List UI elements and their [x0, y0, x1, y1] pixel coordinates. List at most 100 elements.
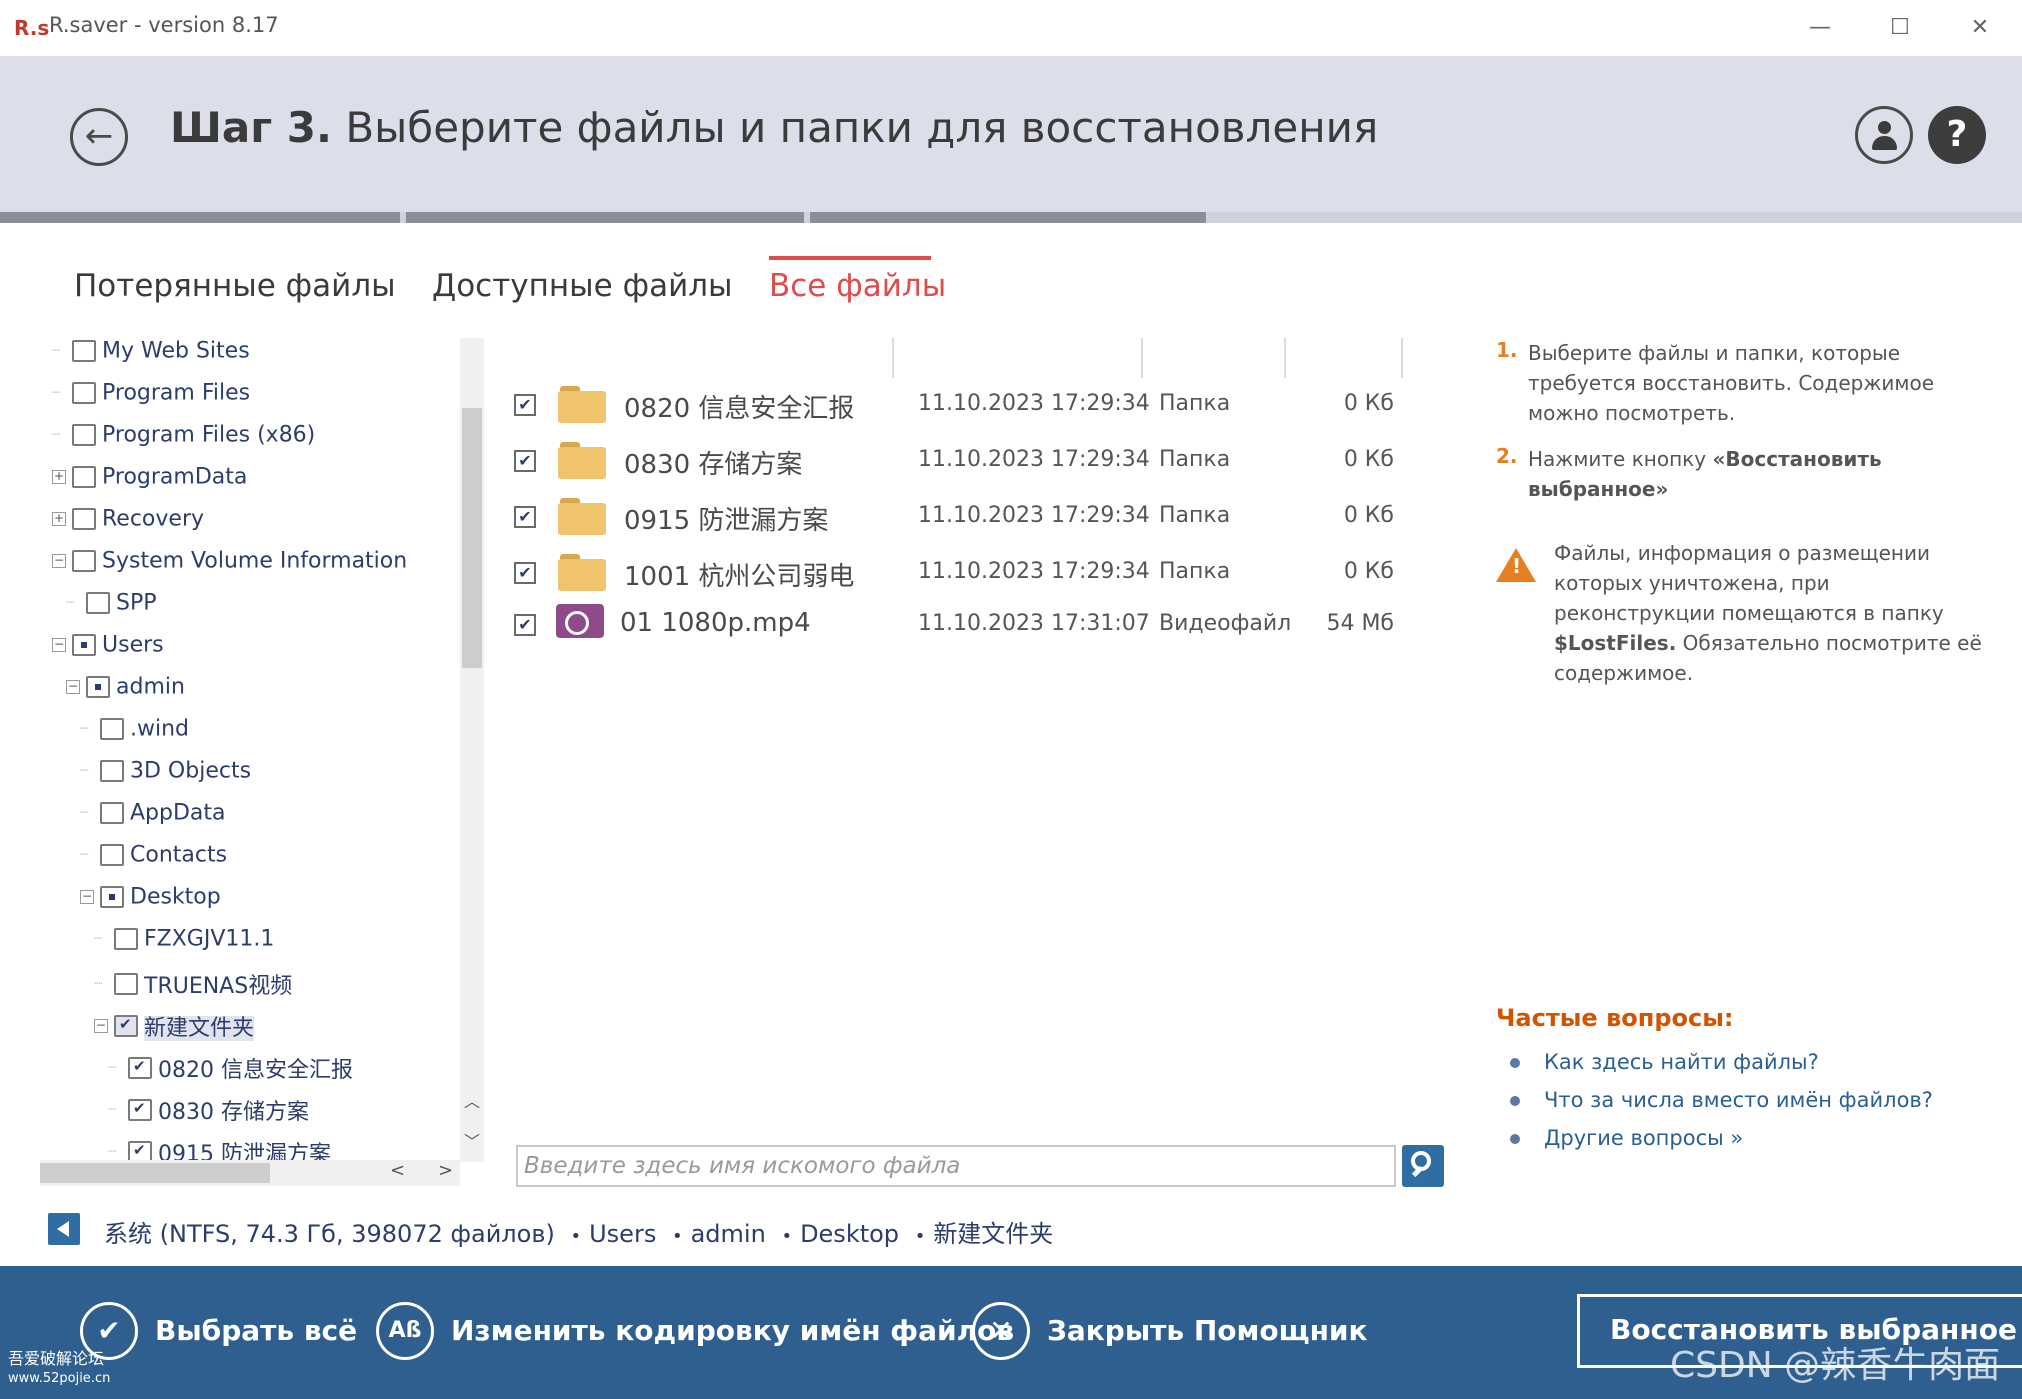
- file-checkbox[interactable]: ✔: [514, 394, 536, 416]
- tree-item[interactable]: ┈ 3D Objects: [80, 758, 251, 796]
- faq-link[interactable]: Что за числа вместо имён файлов?: [1510, 1088, 1933, 1112]
- folder-checkbox-icon[interactable]: [100, 886, 124, 908]
- folder-checkbox-icon[interactable]: [72, 340, 96, 362]
- scroll-down-icon[interactable]: ﹀: [460, 1128, 484, 1158]
- tree-item[interactable]: − Desktop: [80, 884, 221, 922]
- tree-item[interactable]: ┈ 0820 信息安全汇报: [108, 1052, 353, 1090]
- scroll-right-icon[interactable]: >: [438, 1160, 453, 1181]
- collapse-left-icon[interactable]: [48, 1213, 80, 1245]
- folder-checkbox-icon[interactable]: [72, 550, 96, 572]
- search-button[interactable]: [1402, 1145, 1444, 1187]
- tree-connector: ┈: [52, 385, 61, 401]
- file-row[interactable]: ✔ 0820 信息安全汇报 11.10.2023 17:29:34 Папка 0 Кб: [496, 380, 1456, 430]
- file-checkbox[interactable]: ✔: [514, 614, 536, 636]
- folder-checkbox-icon[interactable]: [114, 973, 138, 995]
- tree-item[interactable]: + ProgramData: [52, 464, 247, 502]
- folder-checkbox-icon[interactable]: [100, 844, 124, 866]
- step-number: Шаг 3.: [170, 103, 332, 152]
- folder-checkbox-icon[interactable]: [100, 718, 124, 740]
- back-arrow-icon[interactable]: ←: [70, 108, 128, 166]
- tree-item[interactable]: − System Volume Information: [52, 548, 407, 586]
- file-type: Папка: [1159, 447, 1231, 472]
- tree-item[interactable]: + Recovery: [52, 506, 204, 544]
- tab-lost-files[interactable]: Потерянные файлы: [74, 268, 396, 304]
- tree-item[interactable]: ┈ FZXGJV11.1: [94, 926, 274, 964]
- tree-item[interactable]: ┈ 0915 防泄漏方案: [108, 1136, 331, 1160]
- collapse-icon[interactable]: −: [80, 890, 94, 904]
- scroll-left-icon[interactable]: <: [390, 1160, 405, 1181]
- maximize-button[interactable]: ☐: [1875, 8, 1925, 48]
- minimize-button[interactable]: —: [1795, 8, 1845, 48]
- tree-item[interactable]: ┈ Program Files: [52, 380, 250, 418]
- folder-checkbox-icon[interactable]: [114, 928, 138, 950]
- folder-checkbox-icon[interactable]: [128, 1099, 152, 1121]
- file-row[interactable]: ✔ 0830 存储方案 11.10.2023 17:29:34 Папка 0 Кб: [496, 436, 1456, 486]
- tree-connector: ┈: [94, 931, 103, 947]
- close-window-button[interactable]: ✕: [1955, 8, 2005, 48]
- column-separator[interactable]: [1141, 338, 1143, 378]
- folder-checkbox-icon[interactable]: [72, 382, 96, 404]
- folder-checkbox-icon[interactable]: [100, 802, 124, 824]
- file-row[interactable]: ✔ 0915 防泄漏方案 11.10.2023 17:29:34 Папка 0 Кб: [496, 492, 1456, 542]
- file-row[interactable]: ✔ 01 1080p.mp4 11.10.2023 17:31:07 Видеофай…: [496, 600, 1456, 650]
- tree-item[interactable]: − Users: [52, 632, 164, 670]
- tree-item[interactable]: − admin: [66, 674, 185, 712]
- folder-checkbox-icon[interactable]: [128, 1141, 152, 1160]
- help-icon[interactable]: ?: [1928, 106, 1986, 164]
- tree-item[interactable]: ┈ .wind: [80, 716, 189, 754]
- breadcrumb-item[interactable]: Desktop: [800, 1220, 899, 1248]
- tree-item[interactable]: ┈ 0830 存储方案: [108, 1094, 309, 1132]
- file-checkbox[interactable]: ✔: [514, 506, 536, 528]
- folder-checkbox-icon[interactable]: [72, 634, 96, 656]
- folder-checkbox-icon[interactable]: [100, 760, 124, 782]
- collapse-icon[interactable]: −: [52, 638, 66, 652]
- breadcrumb-item[interactable]: 新建文件夹: [933, 1220, 1053, 1248]
- tree-horizontal-scrollbar[interactable]: < >: [40, 1160, 460, 1186]
- scroll-thumb[interactable]: [462, 408, 482, 668]
- folder-checkbox-icon[interactable]: [72, 424, 96, 446]
- folder-checkbox-icon[interactable]: [114, 1015, 138, 1037]
- file-checkbox[interactable]: ✔: [514, 450, 536, 472]
- tree-item[interactable]: ┈ Contacts: [80, 842, 227, 880]
- tree-item[interactable]: − 新建文件夹: [94, 1010, 255, 1048]
- scroll-thumb[interactable]: [40, 1163, 270, 1183]
- scroll-up-icon[interactable]: ︿: [460, 1088, 484, 1118]
- collapse-icon[interactable]: −: [94, 1019, 108, 1033]
- faq-link[interactable]: Другие вопросы »: [1510, 1126, 1743, 1150]
- tree-item[interactable]: ┈ TRUENAS视频: [94, 968, 292, 1006]
- tab-all-files[interactable]: Все файлы: [769, 268, 946, 304]
- breadcrumb-item[interactable]: Users: [589, 1220, 656, 1248]
- expand-icon[interactable]: +: [52, 470, 66, 484]
- tree-connector: ┈: [80, 805, 89, 821]
- tree-vertical-scrollbar[interactable]: ︿ ﹀: [460, 338, 484, 1162]
- folder-checkbox-icon[interactable]: [86, 592, 110, 614]
- breadcrumb-drive[interactable]: 系统 (NTFS, 74.3 Гб, 398072 файлов): [104, 1220, 555, 1248]
- folder-tree[interactable]: ┈ My Web Sites ┈ Program Files ┈ Program File…: [40, 338, 460, 1160]
- user-account-icon[interactable]: [1855, 106, 1913, 164]
- folder-checkbox-icon[interactable]: [72, 508, 96, 530]
- faq-link[interactable]: Как здесь найти файлы?: [1510, 1050, 1819, 1074]
- folder-checkbox-icon[interactable]: [72, 466, 96, 488]
- folder-icon: [558, 442, 606, 480]
- tree-item-label: SPP: [116, 590, 157, 616]
- column-separator[interactable]: [1284, 338, 1286, 378]
- tree-item[interactable]: ┈ AppData: [80, 800, 226, 838]
- file-checkbox[interactable]: ✔: [514, 562, 536, 584]
- tab-available-files[interactable]: Доступные файлы: [432, 268, 733, 304]
- expand-icon[interactable]: +: [52, 512, 66, 526]
- file-row[interactable]: ✔ 1001 杭州公司弱电 11.10.2023 17:29:34 Папка 0 Кб: [496, 548, 1456, 598]
- breadcrumb-item[interactable]: admin: [691, 1220, 766, 1248]
- column-separator[interactable]: [892, 338, 894, 378]
- tree-item[interactable]: ┈ My Web Sites: [52, 338, 250, 376]
- folder-checkbox-icon[interactable]: [86, 676, 110, 698]
- step-2-text: Нажмите кнопку «Восстановить выбранное»: [1528, 447, 1882, 501]
- collapse-icon[interactable]: −: [66, 680, 80, 694]
- column-separator[interactable]: [1401, 338, 1403, 378]
- search-input[interactable]: Введите здесь имя искомого файла: [516, 1145, 1396, 1187]
- tree-item[interactable]: ┈ Program Files (x86): [52, 422, 315, 460]
- tree-item[interactable]: ┈ SPP: [66, 590, 157, 628]
- file-date: 11.10.2023 17:29:34: [918, 559, 1150, 584]
- folder-checkbox-icon[interactable]: [128, 1057, 152, 1079]
- tree-connector: ┈: [108, 1144, 117, 1160]
- collapse-icon[interactable]: −: [52, 554, 66, 568]
